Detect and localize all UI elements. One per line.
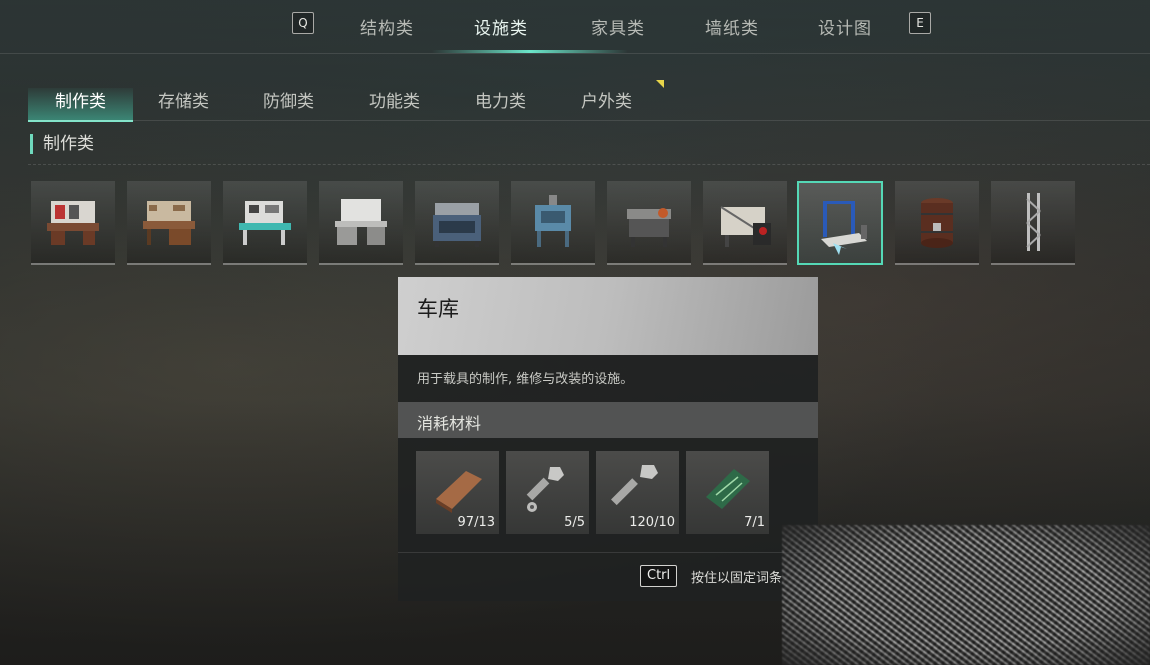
barrel-icon: [921, 198, 953, 248]
screw-icon: [611, 465, 658, 506]
tooltip-description: 用于载具的制作, 维修与改装的设施。: [417, 372, 634, 387]
material-slot: 5/5: [506, 451, 589, 534]
tab-furniture[interactable]: 家具类: [591, 14, 645, 39]
circuit-board-icon: [706, 469, 750, 509]
item-slot[interactable]: [31, 181, 115, 265]
ctrl-key-badge: Ctrl: [640, 565, 678, 587]
tower-scaffold-icon: [1026, 193, 1041, 251]
next-category-key[interactable]: E: [909, 12, 931, 34]
workbench-red-icon: [47, 201, 99, 245]
new-marker-icon: [656, 80, 664, 88]
bolt-nut-icon: [526, 467, 564, 512]
item-slot[interactable]: [703, 181, 787, 265]
item-slot[interactable]: [223, 181, 307, 265]
noise-overlay: [782, 525, 1150, 665]
item-slot[interactable]: [415, 181, 499, 265]
item-slot[interactable]: [895, 181, 979, 265]
garage-lift-icon: [821, 201, 867, 255]
item-slot[interactable]: [511, 181, 595, 265]
tooltip-footer-divider: [398, 552, 818, 553]
subtab-power[interactable]: 电力类: [475, 88, 526, 120]
prev-category-key[interactable]: Q: [292, 12, 314, 34]
material-slot: 7/1: [686, 451, 769, 534]
tab-wallpaper[interactable]: 墙纸类: [705, 14, 759, 39]
subtab-function[interactable]: 功能类: [369, 88, 420, 120]
material-slot: 97/13: [416, 451, 499, 534]
material-count: 97/13: [457, 515, 495, 530]
tab-facility[interactable]: 设施类: [474, 14, 528, 39]
top-divider: [0, 53, 1150, 54]
copper-ingot-icon: [436, 471, 482, 513]
subtab-storage[interactable]: 存储类: [158, 88, 209, 120]
section-divider: [28, 164, 1150, 165]
materials-header: 消耗材料: [398, 402, 818, 438]
section-title: 制作类: [30, 134, 94, 154]
top-nav: Q 结构类 设施类 家具类 墙纸类 设计图 E: [0, 0, 1150, 54]
tab-structure[interactable]: 结构类: [360, 14, 414, 39]
tooltip-header: 车库: [398, 277, 818, 355]
item-slot[interactable]: [127, 181, 211, 265]
material-count: 120/10: [629, 515, 675, 530]
item-tooltip: 车库 用于载具的制作, 维修与改装的设施。 消耗材料 97/13 5/5 120…: [398, 277, 818, 601]
furnace-icon: [535, 195, 571, 247]
item-slot[interactable]: [607, 181, 691, 265]
pin-hint-text: 按住以固定词条: [691, 571, 783, 586]
item-slot[interactable]: [991, 181, 1075, 265]
item-slot-selected[interactable]: [797, 181, 883, 265]
tooltip-item-name: 车库: [417, 297, 459, 321]
subnav-divider: [28, 120, 1150, 121]
workbench-metal-icon: [335, 199, 387, 245]
subtab-defense[interactable]: 防御类: [263, 88, 314, 120]
stove-icon: [433, 203, 481, 247]
material-slot: 120/10: [596, 451, 679, 534]
machine-bench-icon: [627, 208, 671, 247]
item-slot[interactable]: [319, 181, 403, 265]
subtab-outdoor[interactable]: 户外类: [581, 88, 632, 120]
materials-label: 消耗材料: [417, 414, 482, 433]
workbench-electronics-icon: [239, 201, 291, 245]
workbench-desk-icon: [143, 201, 195, 245]
material-count: 5/5: [564, 515, 585, 530]
tab-blueprint[interactable]: 设计图: [818, 14, 872, 39]
subtab-crafting[interactable]: 制作类: [28, 88, 133, 122]
material-count: 7/1: [744, 515, 765, 530]
loom-icon: [720, 206, 771, 247]
